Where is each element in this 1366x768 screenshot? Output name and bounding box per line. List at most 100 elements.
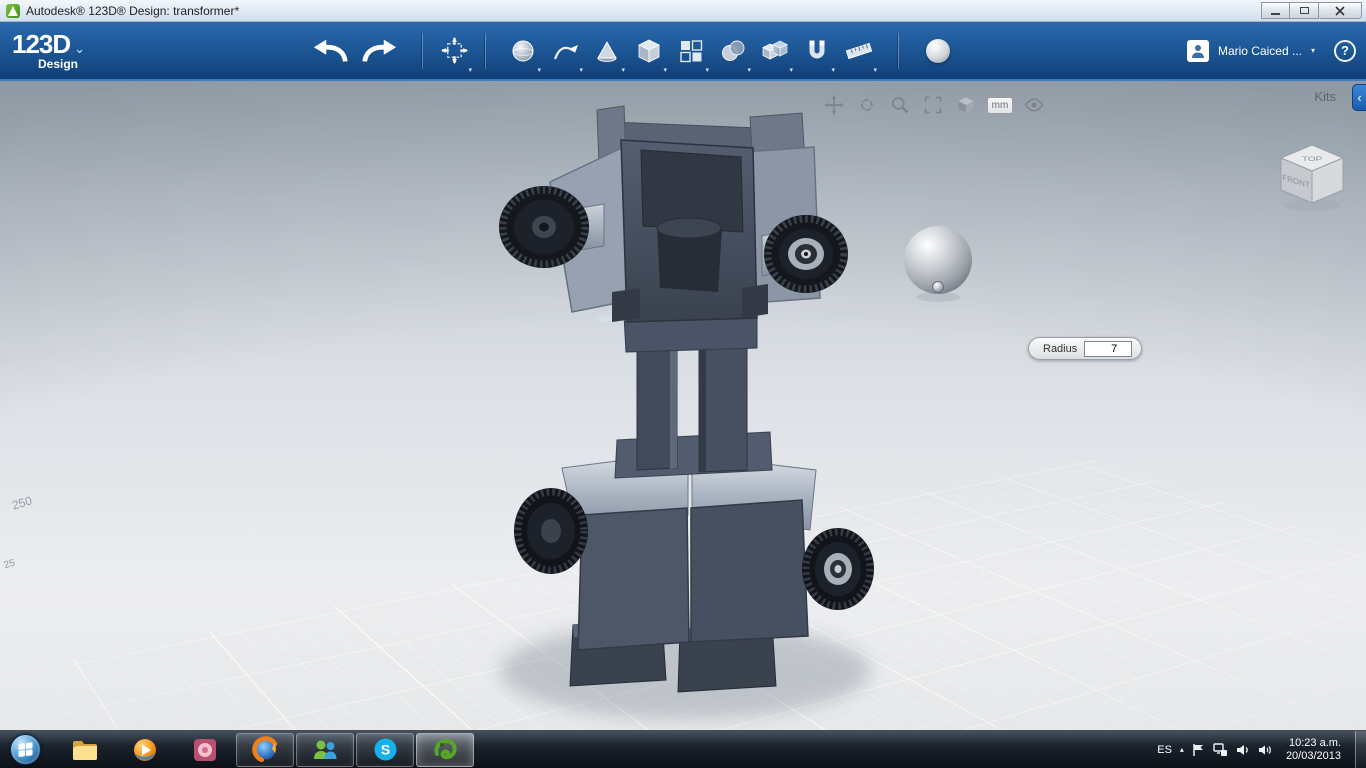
lower-right-wheel (802, 528, 874, 610)
sketch-tool-button[interactable]: ▾ (544, 28, 586, 74)
redo-icon (362, 39, 397, 62)
pattern-icon (680, 39, 703, 62)
transform-icon (440, 37, 468, 64)
action-center-flag-icon[interactable] (1192, 743, 1205, 757)
photo-gallery-icon (194, 738, 216, 761)
orbit-button[interactable] (855, 93, 879, 117)
redo-button[interactable] (358, 28, 400, 74)
combine-icon (722, 40, 745, 61)
toolbar-separator (422, 32, 424, 69)
snap-tool-button[interactable]: ▾ (796, 28, 838, 74)
taskbar-item-photo-gallery[interactable] (176, 733, 234, 767)
folder-icon (73, 740, 97, 760)
window-controls (1261, 2, 1362, 19)
tray-expand-icon[interactable]: ▴ (1180, 745, 1184, 754)
language-indicator[interactable]: ES (1157, 744, 1172, 756)
3d-viewport[interactable]: 250 25 mm Kits ‹ TOP FRONT Radius 7 (0, 81, 1366, 730)
sphere-primitive-icon (926, 38, 951, 63)
display-mode-button[interactable] (954, 93, 978, 117)
dropdown-arrow-icon: ▾ (537, 66, 542, 74)
taskbar-item-explorer[interactable] (56, 733, 114, 767)
construct-tool-button[interactable]: ▾ (586, 28, 628, 74)
media-player-icon (134, 738, 156, 761)
chevron-left-icon: ‹ (1357, 90, 1362, 105)
fit-view-button[interactable] (921, 93, 945, 117)
kits-panel-button[interactable]: Kits (1314, 89, 1336, 104)
taskbar-item-123d-design[interactable] (416, 732, 474, 767)
view-cube[interactable]: TOP FRONT (1272, 137, 1352, 215)
fit-icon (924, 96, 942, 114)
show-desktop-button[interactable] (1355, 731, 1366, 768)
logo-design: Design (38, 57, 79, 71)
primitives-tool-button[interactable]: ▾ (502, 28, 544, 74)
firefox-icon (251, 736, 279, 763)
help-button[interactable]: ? (1334, 39, 1356, 62)
primitives-sphere-icon (512, 40, 534, 61)
dropdown-arrow-icon: ▾ (663, 66, 668, 74)
windows-logo-icon (18, 742, 33, 757)
shoulder-right-wheel (764, 215, 848, 293)
volume-icon[interactable] (1236, 743, 1250, 757)
dropdown-arrow-icon: ▾ (747, 66, 752, 74)
start-button[interactable] (10, 734, 41, 765)
tray-time: 10:23 a.m. (1289, 736, 1341, 749)
grouping-tool-button[interactable]: ▾ (754, 28, 796, 74)
magnifier-icon (892, 97, 909, 114)
dropdown-arrow-icon: ▾ (873, 66, 878, 74)
undo-icon (313, 39, 348, 62)
ruler-icon (845, 42, 873, 59)
dropdown-arrow-icon: ▾ (468, 66, 473, 74)
taskbar-item-messenger[interactable] (296, 732, 354, 767)
robot-model[interactable] (499, 105, 874, 719)
toolbar-right: Mario Caiced ... ▾ ? (1186, 22, 1356, 79)
main-toolbar: 123D ⌄ Design ▾ ▾ ▾ ▾ ▾ ▾ ▾ ▾ ▾ ▾ Mario … (0, 22, 1366, 81)
pan-button[interactable] (822, 93, 846, 117)
tool-group: ▾ ▾ ▾ ▾ ▾ ▾ ▾ ▾ ▾ (502, 28, 880, 74)
system-tray: ES ▴ 10:23 a.m. 20/03/2013 (1157, 731, 1366, 768)
clock[interactable]: 10:23 a.m. 20/03/2013 (1286, 737, 1341, 763)
grouping-icon (762, 40, 788, 60)
app-menu-button[interactable]: 123D ⌄ Design (12, 31, 85, 70)
toolbar-separator (485, 32, 487, 69)
kits-panel-toggle[interactable]: ‹ (1352, 84, 1366, 111)
dropdown-arrow-icon: ▾ (789, 66, 794, 74)
viewport-nav-toolbar: mm (822, 93, 1046, 117)
sketch-icon (554, 44, 579, 59)
dropdown-arrow-icon: ▾ (831, 66, 836, 74)
construct-icon (597, 40, 617, 62)
minimize-icon (1271, 13, 1280, 15)
visibility-button[interactable] (1022, 93, 1046, 117)
pattern-tool-button[interactable]: ▾ (670, 28, 712, 74)
taskbar-item-media-player[interactable] (116, 733, 174, 767)
window-titlebar: Autodesk® 123D® Design: transformer* (0, 0, 1366, 22)
radius-input-widget: Radius (1028, 337, 1143, 360)
eye-icon (1024, 98, 1044, 112)
units-button[interactable]: mm (987, 96, 1013, 114)
combine-tool-button[interactable]: ▾ (712, 28, 754, 74)
transform-tool-button[interactable]: ▾ (433, 28, 475, 74)
network-icon[interactable] (1213, 742, 1228, 757)
radius-input[interactable] (1084, 340, 1133, 357)
volume-mixer-icon[interactable] (1258, 743, 1272, 757)
pan-icon (824, 95, 844, 115)
toolbar-separator (898, 32, 900, 69)
user-account-button[interactable]: Mario Caiced ... (1218, 44, 1302, 58)
user-dropdown-icon[interactable]: ▾ (1311, 46, 1315, 55)
zoom-button[interactable] (888, 93, 912, 117)
dropdown-arrow-icon: ▾ (705, 66, 710, 74)
taskbar-item-firefox[interactable] (236, 732, 294, 767)
maximize-icon (1299, 7, 1309, 14)
undo-button[interactable] (310, 28, 352, 74)
modify-tool-button[interactable]: ▾ (628, 28, 670, 74)
window-title: Autodesk® 123D® Design: transformer* (26, 3, 240, 18)
desktop: Autodesk® 123D® Design: transformer* 123… (0, 0, 1366, 768)
taskbar-item-skype[interactable]: S (356, 732, 414, 767)
magnet-icon (809, 40, 825, 58)
close-button[interactable] (1319, 2, 1362, 19)
measure-tool-button[interactable]: ▾ (838, 28, 880, 74)
minimize-button[interactable] (1261, 2, 1290, 19)
active-sphere-tool[interactable] (917, 28, 959, 74)
dropdown-arrow-icon: ▾ (579, 66, 584, 74)
sphere-object[interactable] (904, 226, 972, 302)
maximize-button[interactable] (1290, 2, 1319, 19)
